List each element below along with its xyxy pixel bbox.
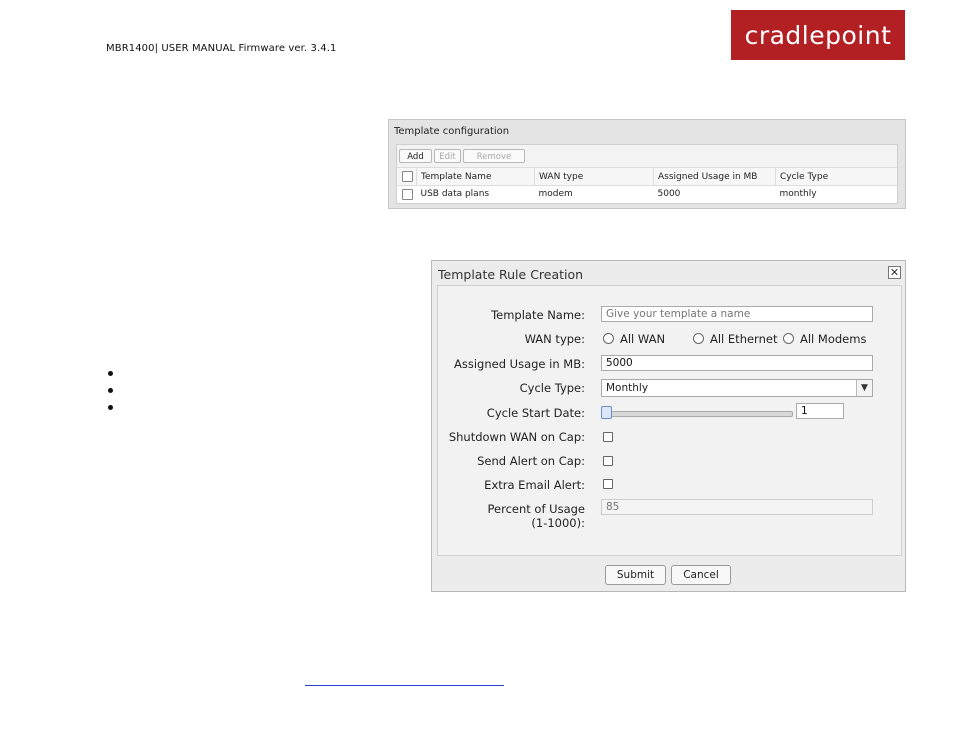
percent-label-line1: Percent of Usage (487, 502, 586, 516)
all-wan-label: All WAN (620, 332, 666, 346)
bullet-list (108, 371, 113, 422)
hyperlink-underline[interactable] (305, 685, 504, 686)
all-ethernet-label: All Ethernet (710, 332, 778, 346)
column-header[interactable]: Assigned Usage in MB (653, 168, 776, 186)
table-cell: USB data plans (420, 189, 490, 199)
bullet-point (108, 405, 113, 410)
cycle-start-slider-handle[interactable] (601, 406, 612, 419)
remove-button[interactable]: Remove (463, 149, 525, 163)
cycle-type-label: Cycle Type: (519, 381, 585, 395)
send-alert-label: Send Alert on Cap: (477, 454, 585, 468)
table-header-row: Template Name WAN type Assigned Usage in… (397, 168, 897, 186)
shutdown-checkbox[interactable] (603, 432, 613, 442)
table-row[interactable]: USB data plans modem 5000 monthly (397, 186, 897, 203)
usage-label: Assigned Usage in MB: (454, 357, 585, 371)
template-name-label: Template Name: (491, 308, 585, 322)
add-button[interactable]: Add (399, 149, 432, 163)
template-grid: Add Edit Remove Template Name WAN type A… (396, 144, 898, 204)
bullet-point (108, 371, 113, 376)
percent-usage-input[interactable] (601, 499, 873, 515)
cycle-start-input[interactable] (796, 403, 844, 419)
usage-input[interactable] (601, 355, 873, 371)
grid-toolbar: Add Edit Remove (397, 145, 897, 168)
bullet-point (108, 388, 113, 393)
logo-text: cradlepoint (744, 20, 892, 50)
all-ethernet-radio[interactable] (693, 333, 704, 344)
column-header[interactable]: Cycle Type (775, 168, 897, 186)
column-header[interactable]: WAN type (534, 168, 654, 186)
send-alert-checkbox[interactable] (603, 456, 613, 466)
edit-button[interactable]: Edit (434, 149, 461, 163)
row-checkbox[interactable] (402, 188, 413, 200)
document-header-title: MBR1400| USER MANUAL Firmware ver. 3.4.1 (106, 43, 337, 54)
table-cell: modem (538, 189, 573, 199)
cycle-type-value: Monthly (606, 382, 649, 394)
wan-type-label: WAN type: (524, 332, 585, 346)
table-cell: 5000 (657, 189, 681, 199)
table-cell: monthly (779, 189, 817, 199)
row-select-cell (397, 186, 417, 203)
extra-email-checkbox[interactable] (603, 479, 613, 489)
chevron-down-icon[interactable]: ▼ (856, 380, 872, 396)
cycle-start-label: Cycle Start Date: (486, 406, 585, 420)
panel-title: Template configuration (394, 126, 510, 137)
cancel-button[interactable]: Cancel (671, 565, 731, 585)
close-icon[interactable]: ✕ (888, 266, 901, 279)
template-name-input[interactable] (601, 306, 873, 322)
template-table: Template Name WAN type Assigned Usage in… (397, 168, 897, 202)
extra-email-label: Extra Email Alert: (484, 478, 585, 492)
all-modems-radio[interactable] (783, 333, 794, 344)
percent-label-line2: (1-1000): (531, 516, 585, 530)
all-wan-radio[interactable] (603, 333, 614, 344)
cycle-type-select[interactable]: Monthly ▼ (601, 379, 873, 397)
all-modems-label: All Modems (800, 332, 867, 346)
template-rule-creation-dialog: Template Rule Creation ✕ Template Name: … (431, 260, 906, 592)
cradlepoint-logo: cradlepoint (731, 10, 905, 60)
select-all-checkbox[interactable] (402, 171, 413, 182)
shutdown-label: Shutdown WAN on Cap: (448, 430, 585, 444)
submit-button[interactable]: Submit (605, 565, 666, 585)
cycle-start-slider-track[interactable] (604, 411, 793, 417)
select-all-header (397, 168, 417, 186)
template-configuration-panel: Template configuration Add Edit Remove T… (388, 119, 906, 209)
dialog-title: Template Rule Creation (438, 267, 584, 282)
dialog-form: Template Name: WAN type: All WAN All Eth… (437, 285, 902, 556)
column-header[interactable]: Template Name (416, 168, 535, 186)
